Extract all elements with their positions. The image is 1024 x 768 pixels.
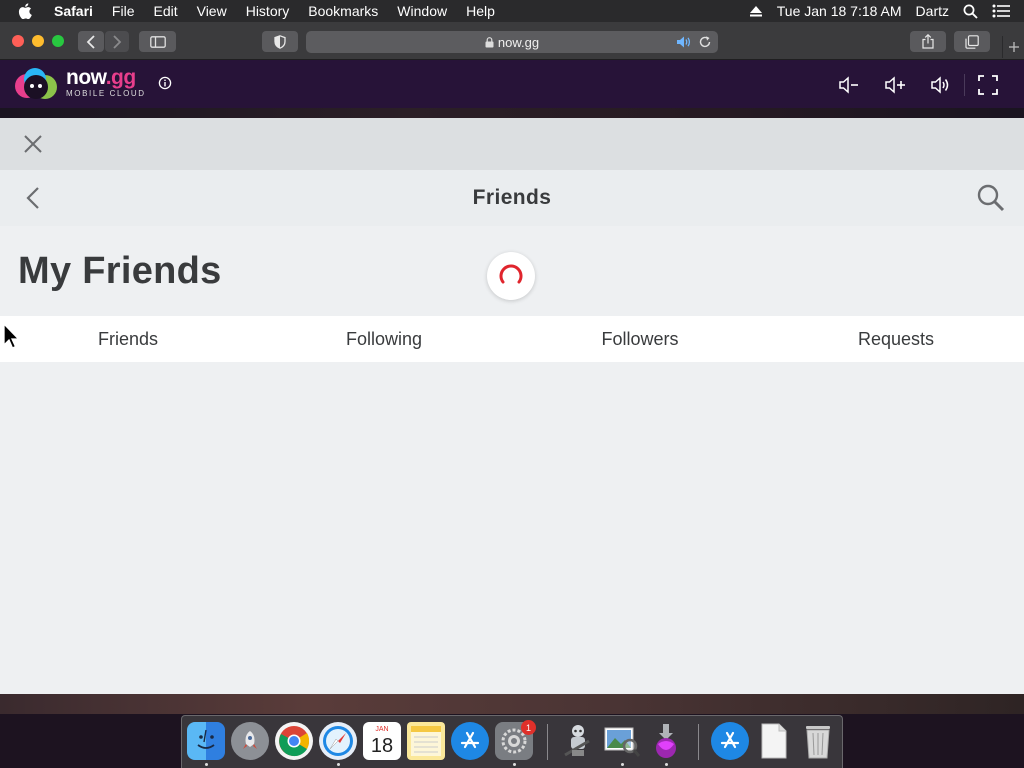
mouse-cursor-icon <box>2 322 21 356</box>
reload-icon[interactable] <box>698 35 712 52</box>
menu-bar: Safari File Edit View History Bookmarks … <box>0 0 1024 22</box>
tab-friends[interactable]: Friends <box>0 316 256 362</box>
share-button[interactable] <box>910 31 946 52</box>
nav-title: Friends <box>472 186 552 209</box>
safari-running-dot <box>337 763 340 766</box>
browser-toolbar: now.gg <box>0 22 1024 60</box>
dock-separator-2 <box>698 724 699 760</box>
spinner-icon <box>499 264 523 284</box>
settings-running-dot <box>513 763 516 766</box>
tabs-icon <box>965 34 979 49</box>
menu-safari[interactable]: Safari <box>54 3 93 19</box>
app-store-icon[interactable] <box>451 722 489 760</box>
window-zoom-button[interactable] <box>52 35 64 47</box>
page-title: My Friends <box>18 250 222 292</box>
tab-followers[interactable]: Followers <box>512 316 768 362</box>
shield-icon <box>274 34 286 49</box>
loading-spinner <box>487 252 535 300</box>
settings-notification-badge: 1 <box>521 720 536 735</box>
chevron-left-icon <box>86 34 95 49</box>
menubar-user[interactable]: Dartz <box>916 3 949 19</box>
sidebar-icon <box>149 35 166 48</box>
back-button[interactable] <box>78 31 104 52</box>
dock-separator <box>547 724 548 760</box>
safari-icon[interactable] <box>319 722 357 760</box>
menu-view[interactable]: View <box>197 3 227 19</box>
app-screen: Friends My Friends Friends Following Fol… <box>0 118 1024 694</box>
calendar-icon[interactable]: JAN 18 <box>363 722 401 760</box>
window-close-button[interactable] <box>12 35 24 47</box>
tab-following[interactable]: Following <box>256 316 512 362</box>
app-store-downloads-icon[interactable] <box>711 722 749 760</box>
privacy-report-button[interactable] <box>262 31 298 52</box>
nowgg-brand[interactable]: now.gg MOBILE CLOUD <box>66 66 146 98</box>
share-icon <box>922 34 934 49</box>
menu-file[interactable]: File <box>112 3 135 19</box>
volume-down-icon[interactable] <box>838 74 860 96</box>
tab-requests[interactable]: Requests <box>768 316 1024 362</box>
installer-running-dot <box>665 763 668 766</box>
brand-name: now <box>66 66 106 89</box>
menu-edit[interactable]: Edit <box>153 3 177 19</box>
notes-icon[interactable] <box>407 722 445 760</box>
volume-up-icon[interactable] <box>884 74 906 96</box>
finder-icon[interactable] <box>187 722 225 760</box>
nav-bar: Friends <box>0 170 1024 226</box>
chrome-icon[interactable] <box>275 722 313 760</box>
launchpad-icon[interactable] <box>231 722 269 760</box>
preview-icon[interactable] <box>603 722 641 760</box>
brand-tld: .gg <box>105 66 137 89</box>
new-tab-button[interactable] <box>1002 36 1024 58</box>
lock-icon <box>485 36 494 47</box>
address-bar[interactable]: now.gg <box>306 31 718 53</box>
tab-audio-icon[interactable] <box>676 35 692 52</box>
friends-tabs: Friends Following Followers Requests <box>0 316 1024 362</box>
speaker-icon[interactable] <box>930 74 952 96</box>
address-url: now.gg <box>497 34 540 50</box>
finder-running-dot <box>205 763 208 766</box>
menubar-datetime[interactable]: Tue Jan 18 7:18 AM <box>777 3 902 19</box>
info-icon[interactable] <box>158 76 172 95</box>
chevron-right-icon <box>113 34 122 49</box>
installer-icon[interactable] <box>647 722 685 760</box>
backdrop-strip <box>0 108 1024 118</box>
brand-subtitle: MOBILE CLOUD <box>66 89 146 98</box>
spotlight-search-icon[interactable] <box>963 4 978 19</box>
menu-history[interactable]: History <box>246 3 290 19</box>
sidebar-toggle-button[interactable] <box>139 31 176 52</box>
backdrop-strip-bottom <box>0 694 1024 714</box>
notification-center-icon[interactable] <box>992 4 1010 18</box>
window-minimize-button[interactable] <box>32 35 44 47</box>
fullscreen-icon[interactable] <box>977 74 999 96</box>
apple-icon[interactable] <box>18 3 40 19</box>
close-bar <box>0 118 1024 170</box>
calendar-month: JAN <box>375 726 389 733</box>
nowgg-header: now.gg MOBILE CLOUD <box>0 60 1024 108</box>
trash-icon[interactable] <box>799 722 837 760</box>
eject-icon[interactable] <box>749 5 763 17</box>
preview-running-dot <box>621 763 624 766</box>
close-icon[interactable] <box>22 133 44 160</box>
tab-overview-button[interactable] <box>954 31 990 52</box>
header-divider <box>964 74 965 96</box>
dock: JAN 18 1 <box>181 715 843 768</box>
menu-help[interactable]: Help <box>466 3 495 19</box>
document-icon[interactable] <box>755 722 793 760</box>
plus-icon <box>1008 42 1019 52</box>
forward-button[interactable] <box>105 31 129 52</box>
menu-bookmarks[interactable]: Bookmarks <box>308 3 378 19</box>
automator-icon[interactable] <box>559 722 597 760</box>
calendar-day: 18 <box>370 735 394 757</box>
search-icon[interactable] <box>976 183 1006 218</box>
menu-window[interactable]: Window <box>397 3 447 19</box>
nowgg-logo-icon[interactable] <box>14 67 60 103</box>
